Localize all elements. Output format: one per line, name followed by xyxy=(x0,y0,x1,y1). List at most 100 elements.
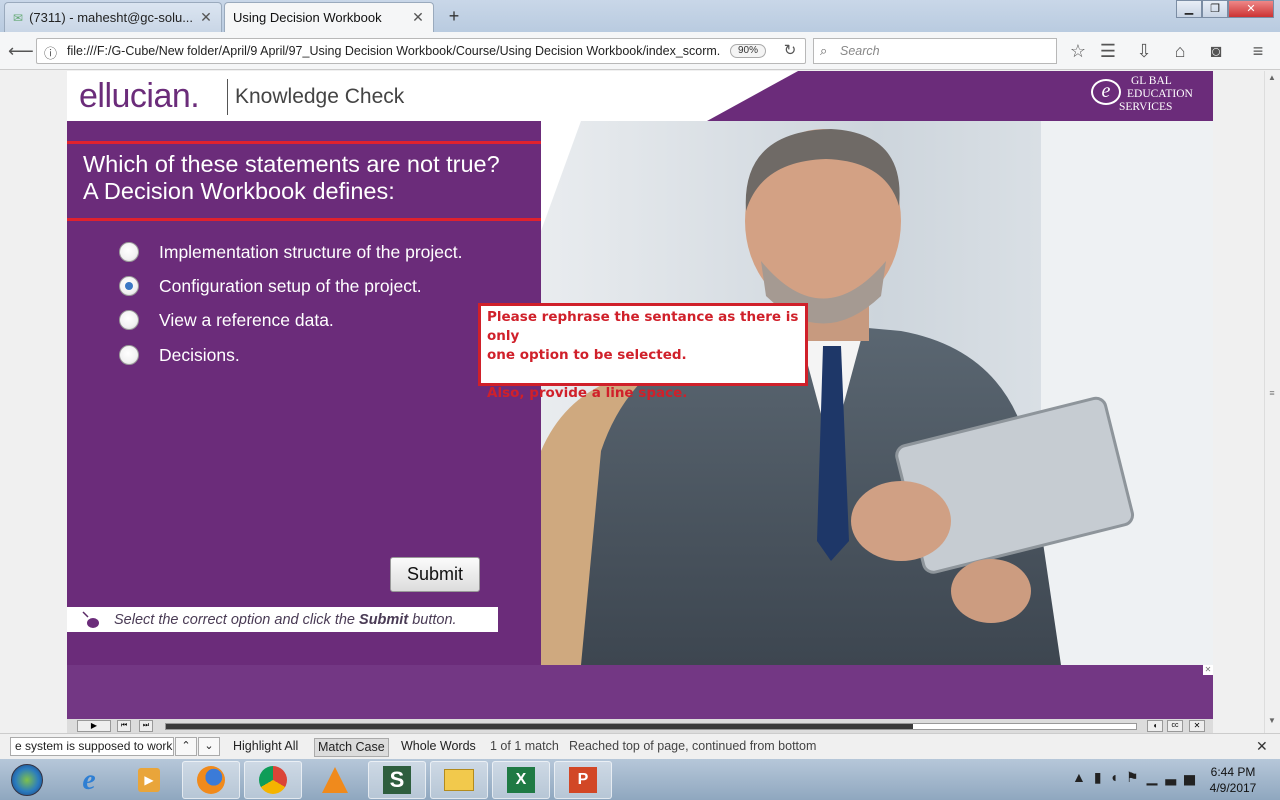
hint-text: Select the correct option and click the xyxy=(114,611,355,628)
progress-bar[interactable] xyxy=(165,723,1137,730)
option-label: Implementation structure of the project. xyxy=(159,241,463,262)
menu-icon[interactable]: ≡ xyxy=(1246,39,1270,63)
question-line-2: A Decision Workbook defines: xyxy=(83,178,395,204)
signal-icon[interactable]: ▁▃▅ xyxy=(1147,769,1203,785)
clock-time: 6:44 PM xyxy=(1210,765,1256,779)
taskbar-clock[interactable]: 6:44 PM 4/9/2017 xyxy=(1198,764,1268,796)
ges-line-3: SERVICES xyxy=(1119,101,1173,113)
ellucian-logo: ellucian. xyxy=(79,77,200,115)
find-previous-icon[interactable]: ⌃ xyxy=(175,737,197,756)
start-button[interactable] xyxy=(2,761,52,799)
windows-logo-icon xyxy=(11,764,43,796)
search-icon: ⌕ xyxy=(820,43,828,58)
show-hidden-icons-icon[interactable]: ▲ xyxy=(1072,769,1094,785)
search-placeholder: Search xyxy=(840,44,880,58)
submit-button[interactable]: Submit xyxy=(390,557,480,592)
player-control-bar: ▶ ⏮ ⏭ ◖ cc ✕ xyxy=(67,719,1213,733)
close-tab-icon[interactable]: ✕ xyxy=(199,9,213,26)
find-next-icon[interactable]: ⌄ xyxy=(198,737,220,756)
url-bar[interactable]: ⓘ file:///F:/G-Cube/New folder/April/9 A… xyxy=(36,38,806,64)
tab-title: (7311) - mahesht@gc-solu... xyxy=(29,10,193,25)
tab-course[interactable]: Using Decision Workbook ✕ xyxy=(224,2,434,32)
whole-words-toggle[interactable]: Whole Words xyxy=(398,738,479,757)
play-icon[interactable]: ▶ xyxy=(77,720,111,732)
find-input[interactable]: e system is supposed to work xyxy=(10,737,174,756)
match-count: 1 of 1 match xyxy=(490,739,559,753)
ges-logo-text: GL BAL EDUCATION SERVICES xyxy=(1089,75,1207,117)
firefox-icon xyxy=(197,766,225,794)
comment-spacer xyxy=(487,365,799,384)
comment-line-1: Please rephrase the sentance as there is… xyxy=(487,309,799,344)
internet-explorer-icon: e xyxy=(82,763,96,796)
option-label: Configuration setup of the project. xyxy=(159,275,422,296)
mouse-click-icon xyxy=(82,611,99,628)
radio-button[interactable] xyxy=(119,345,139,365)
restore-button[interactable]: ❐ xyxy=(1202,0,1228,18)
battery-icon[interactable]: ▮ xyxy=(1094,769,1110,785)
captions-icon[interactable]: cc xyxy=(1167,720,1183,732)
option-label: Decisions. xyxy=(159,344,240,365)
taskbar-chrome[interactable] xyxy=(244,761,302,799)
taskbar-firefox[interactable] xyxy=(182,761,240,799)
tab-title: Using Decision Workbook xyxy=(233,10,382,25)
taskbar-ie[interactable]: e xyxy=(60,761,118,799)
previous-icon[interactable]: ⏮ xyxy=(117,720,131,732)
network-flag-icon[interactable]: ⚑ xyxy=(1126,769,1147,785)
instruction-bar: Select the correct option and click the … xyxy=(67,607,498,632)
powerpoint-icon: P xyxy=(569,767,597,793)
clock-date: 4/9/2017 xyxy=(1209,781,1257,795)
reload-icon[interactable]: ↻ xyxy=(778,39,802,63)
vlc-icon xyxy=(322,767,348,793)
review-comment-box: Please rephrase the sentance as there is… xyxy=(478,303,808,401)
next-icon[interactable]: ⏭ xyxy=(139,720,153,732)
radio-button-selected[interactable] xyxy=(119,276,139,296)
minimize-button[interactable]: ▁ xyxy=(1176,0,1202,18)
taskbar-explorer[interactable] xyxy=(430,761,488,799)
taskbar-excel[interactable]: X xyxy=(492,761,550,799)
zoom-level[interactable]: 90% xyxy=(730,44,766,58)
option-3[interactable]: View a reference data. xyxy=(119,310,334,330)
option-1[interactable]: Implementation structure of the project. xyxy=(119,242,462,262)
back-arrow-icon[interactable]: ⟵ xyxy=(8,39,34,63)
taskbar-media-player[interactable]: ▶ xyxy=(120,761,178,799)
hint-text-end: button. xyxy=(412,611,457,628)
option-2[interactable]: Configuration setup of the project. xyxy=(119,276,422,296)
find-status: Reached top of page, continued from bott… xyxy=(569,739,817,753)
highlight-all-toggle[interactable]: Highlight All xyxy=(230,738,301,757)
home-icon[interactable]: ⌂ xyxy=(1168,39,1192,63)
new-tab-button[interactable]: + xyxy=(444,5,464,27)
system-tray[interactable]: ▲▮◖⚑▁▃▅ xyxy=(1072,769,1203,786)
scroll-grip[interactable]: ≡ xyxy=(1266,388,1278,402)
volume-icon[interactable]: ◖ xyxy=(1147,720,1163,732)
option-4[interactable]: Decisions. xyxy=(119,345,240,365)
hint-bold-text: Submit xyxy=(359,611,409,628)
page-scrollbar[interactable] xyxy=(1264,71,1280,733)
close-small-icon[interactable]: ✕ xyxy=(1203,665,1213,675)
search-input[interactable]: ⌕ Search xyxy=(813,38,1057,64)
taskbar-powerpoint[interactable]: P xyxy=(554,761,612,799)
radio-button[interactable] xyxy=(119,242,139,262)
reading-list-icon[interactable]: ☰ xyxy=(1096,39,1120,63)
match-case-toggle[interactable]: Match Case xyxy=(314,738,389,757)
close-tab-icon[interactable]: ✕ xyxy=(411,9,425,26)
scroll-up-icon[interactable]: ▲ xyxy=(1266,73,1278,87)
volume-tray-icon[interactable]: ◖ xyxy=(1110,769,1126,785)
close-window-button[interactable]: ✕ xyxy=(1228,0,1274,18)
radio-button[interactable] xyxy=(119,310,139,330)
mail-icon: ✉ xyxy=(13,10,24,25)
media-player-icon: ▶ xyxy=(138,768,160,792)
excel-icon: X xyxy=(507,767,535,793)
bookmark-star-icon[interactable]: ☆ xyxy=(1066,39,1090,63)
scroll-down-icon[interactable]: ▼ xyxy=(1266,716,1278,730)
comment-line-2: one option to be selected. xyxy=(487,347,687,363)
pocket-icon[interactable]: ◙ xyxy=(1204,39,1228,63)
ges-line-2: EDUCATION xyxy=(1127,88,1193,100)
exit-icon[interactable]: ✕ xyxy=(1189,720,1205,732)
close-find-bar-icon[interactable]: ✕ xyxy=(1256,738,1268,755)
comment-line-3: Also, provide a line space. xyxy=(487,385,688,401)
tab-mail[interactable]: ✉ (7311) - mahesht@gc-solu... ✕ xyxy=(4,2,222,32)
download-icon[interactable]: ⇩ xyxy=(1132,39,1156,63)
taskbar-vlc[interactable] xyxy=(306,761,364,799)
taskbar-app-s[interactable]: S xyxy=(368,761,426,799)
url-text: file:///F:/G-Cube/New folder/April/9 Apr… xyxy=(67,44,721,58)
